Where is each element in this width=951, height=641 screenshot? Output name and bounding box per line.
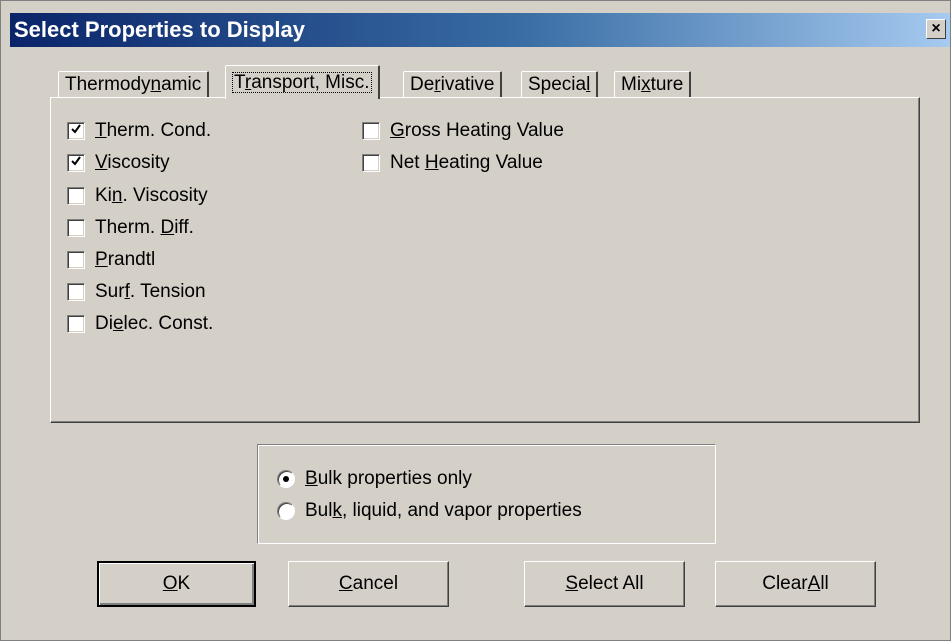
checkbox-surf-tension[interactable]: Surf. Tension (67, 279, 206, 305)
checkbox-net-heating-value[interactable]: Net Heating Value (362, 150, 543, 176)
checkbox-label: Prandtl (95, 249, 156, 270)
checkbox-label: Surf. Tension (95, 281, 206, 302)
tab-panel-transport-misc (50, 97, 920, 423)
checkbox-gross-heating-value[interactable]: Gross Heating Value (362, 118, 564, 144)
clear-all-button[interactable]: Clear All (715, 561, 876, 607)
radio-bulk-only[interactable]: Bulk properties only (277, 466, 472, 492)
title-bar[interactable]: Select Properties to Display × (10, 13, 950, 47)
radio-label: Bulk properties only (305, 468, 472, 489)
check-icon (71, 156, 81, 166)
checkbox-therm-diff[interactable]: Therm. Diff. (67, 215, 194, 241)
checkbox-label: Therm. Diff. (95, 217, 194, 238)
checkbox-therm-cond[interactable]: Therm. Cond. (67, 118, 211, 144)
checkbox-label: Dielec. Const. (95, 313, 214, 334)
check-icon (71, 124, 81, 134)
checkbox-label: Gross Heating Value (390, 120, 564, 141)
close-icon[interactable]: × (926, 19, 946, 39)
radio-bulk-liquid-vapor[interactable]: Bulk, liquid, and vapor properties (277, 498, 582, 524)
tab-mixture[interactable]: Mixture (614, 71, 692, 98)
select-all-button[interactable]: Select All (524, 561, 685, 607)
radio-dot-icon (283, 476, 289, 482)
radio-label: Bulk, liquid, and vapor properties (305, 500, 582, 521)
display-mode-group (257, 444, 716, 544)
checkbox-viscosity[interactable]: Viscosity (67, 150, 170, 176)
checkbox-label: Net Heating Value (390, 152, 543, 173)
tab-special[interactable]: Special (521, 71, 599, 98)
cancel-button[interactable]: Cancel (288, 561, 449, 607)
ok-button[interactable]: OK (97, 561, 256, 607)
dialog-window: Select Properties to Display × Thermodyn… (0, 0, 951, 641)
checkbox-dielec-const[interactable]: Dielec. Const. (67, 311, 213, 337)
checkbox-label: Viscosity (95, 152, 170, 173)
checkbox-kin-viscosity[interactable]: Kin. Viscosity (67, 183, 208, 209)
tab-thermodynamic[interactable]: Thermodynamic (58, 71, 210, 98)
tab-transport-misc[interactable]: Transport, Misc. (225, 65, 380, 99)
tab-derivative[interactable]: Derivative (403, 71, 503, 98)
window-title: Select Properties to Display (14, 17, 305, 42)
checkbox-prandtl[interactable]: Prandtl (67, 247, 155, 273)
checkbox-label: Therm. Cond. (95, 120, 212, 141)
checkbox-label: Kin. Viscosity (95, 185, 208, 206)
